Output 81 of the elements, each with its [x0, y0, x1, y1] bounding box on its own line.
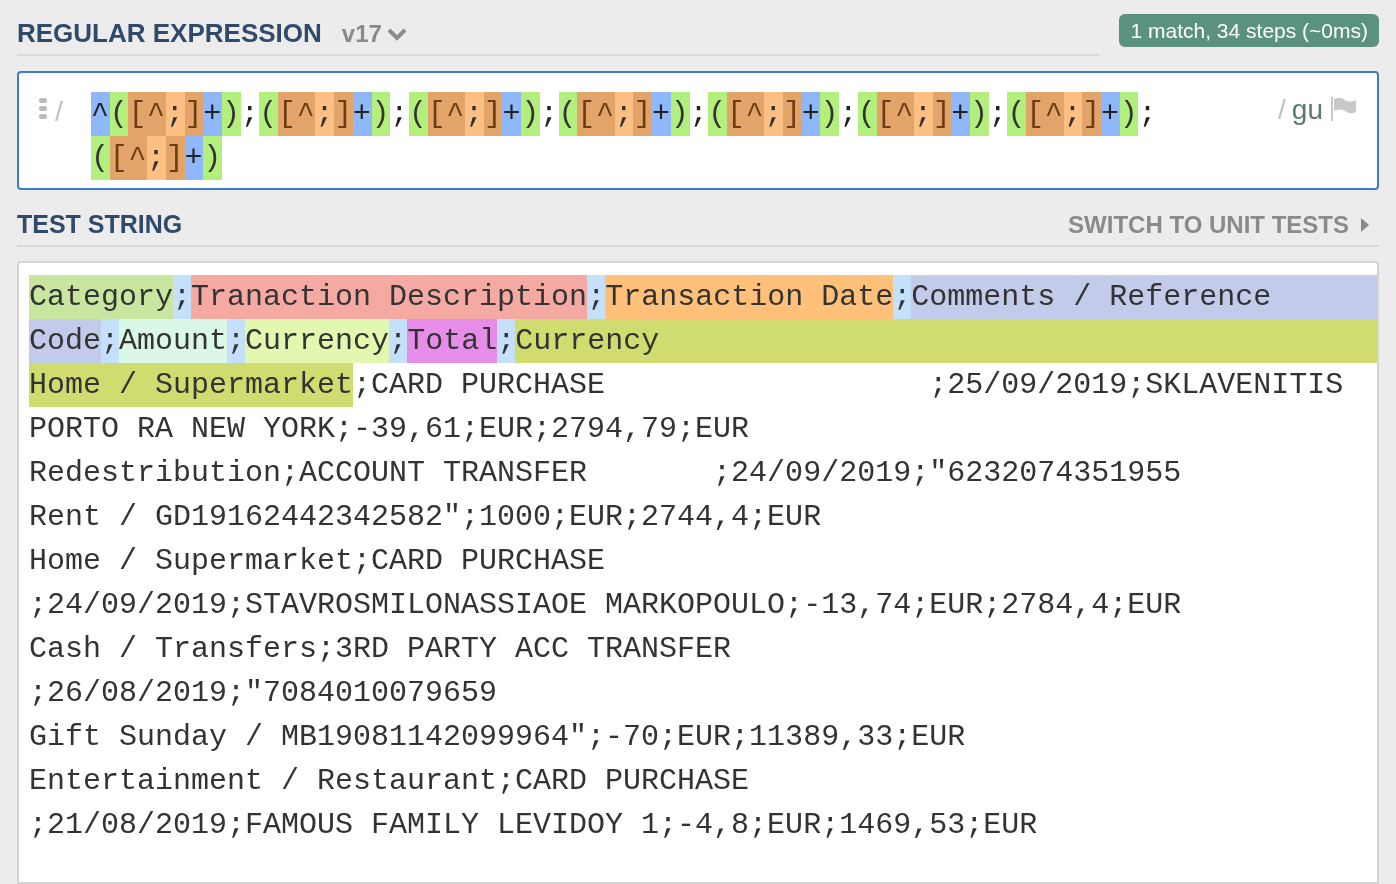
test-text: Rent / GD19162442342582";1000;EUR;2744,4;EUR: [29, 499, 822, 536]
test-text: Cash / Transfers;3RD PARTY ACC TRANSFER: [29, 631, 732, 668]
match-highlight: Transaction Date: [605, 275, 894, 319]
regex-token: [^: [128, 92, 166, 136]
regex-token: (: [408, 92, 428, 136]
test-text: ;26/08/2019;"7084010079659: [29, 675, 498, 712]
regex-token: ): [521, 92, 540, 136]
regex-token: ^: [91, 92, 110, 136]
match-highlight: ;: [173, 275, 192, 319]
match-highlight: ;: [389, 319, 408, 363]
regex-token: ]: [334, 92, 353, 136]
regex-field[interactable]: / ^([^;]+);([^;]+);([^;]+);([^;]+);([^;]+);([^;]+);([^;]+); ([^;]+) / gu: [17, 71, 1379, 190]
drag-handle-icon[interactable]: [39, 98, 47, 120]
regex-token: ;: [315, 92, 335, 136]
caret-right-icon: [1361, 217, 1369, 232]
match-highlight: Currency: [515, 319, 1377, 363]
regex-token: ]: [633, 92, 653, 136]
match-highlight: Total: [407, 319, 498, 363]
regex-token: [^: [876, 92, 914, 136]
regex-token: ;: [689, 96, 709, 133]
flag-icon[interactable]: [1329, 96, 1357, 122]
regex-token: ;: [1138, 96, 1158, 133]
regex-token: [^: [109, 136, 148, 180]
close-delimiter: /: [1278, 96, 1286, 124]
regex-token: (: [1007, 92, 1027, 136]
regex-token: [^: [577, 92, 615, 136]
section-title: REGULAR EXPRESSION: [17, 20, 322, 46]
test-text: ;24/09/2019;STAVROSMILONASSIAOE MARKOPOULO;-13,74;EUR;2784,4;EUR: [29, 587, 1182, 624]
regex-token: ;: [465, 92, 484, 136]
test-text: Entertainment / Restaurant;CARD PURCHASE: [29, 763, 750, 800]
match-highlight: Comments / Reference: [911, 275, 1377, 319]
test-text: ;CARD PURCHASE ;25/09/2019;SKLAVENITIS: [353, 367, 1344, 404]
test-text: Home / Supermarket;CARD PURCHASE: [29, 543, 606, 580]
match-info-badge: 1 match, 34 steps (~0ms): [1119, 14, 1379, 47]
regex-token: ): [203, 136, 222, 180]
regex-token: ]: [1082, 92, 1101, 136]
chevron-down-icon: [385, 27, 408, 41]
regex-token: +: [652, 92, 671, 136]
regex-token: [^: [278, 92, 316, 136]
regex-token: ]: [783, 92, 802, 136]
regex-token: [^: [726, 92, 765, 136]
regex-token: ;: [839, 96, 858, 133]
match-highlight: ;: [101, 319, 120, 363]
test-text: Redestribution;ACCOUNT TRANSFER ;24/09/2019;"6232074351955: [29, 455, 1182, 492]
regex-token: (: [91, 136, 110, 180]
regex-token: (: [857, 92, 877, 136]
match-highlight: ;: [893, 275, 912, 319]
match-highlight: Tranaction Description: [191, 275, 588, 319]
test-text: Gift Sunday / MB19081142099964";-70;EUR;11389,33;EUR: [29, 719, 966, 756]
regex-token: ;: [147, 136, 166, 180]
test-text: PORTO RA NEW YORK;-39,61;EUR;2794,79;EUR: [29, 411, 750, 448]
regex-token: (: [708, 92, 727, 136]
section-title: TEST STRING: [17, 212, 183, 237]
switch-to-unit-tests-link[interactable]: SWITCH TO UNIT TESTS: [1068, 212, 1379, 237]
regex-token: ;: [390, 96, 409, 133]
test-string-field[interactable]: [17, 261, 1379, 884]
regex-token: +: [951, 92, 971, 136]
open-delimiter: /: [55, 98, 63, 126]
regex-token: +: [502, 92, 522, 136]
regex-token: ;: [240, 96, 260, 133]
regex-token: ): [820, 92, 840, 136]
regex-token: (: [259, 92, 279, 136]
regex-token: +: [203, 92, 222, 136]
regex-token: (: [558, 92, 578, 136]
flags-button[interactable]: gu: [1291, 96, 1323, 124]
match-highlight: Category: [29, 275, 174, 319]
match-highlight: Code: [29, 319, 101, 363]
regex-token: ;: [539, 96, 559, 133]
match-highlight: Home / Supermarket: [29, 363, 354, 407]
test-text: ;21/08/2019;FAMOUS FAMILY LEVIDOY 1;-4,8;EUR;1469,53;EUR: [29, 807, 1038, 844]
regex-token: [^: [427, 92, 466, 136]
version-dropdown[interactable]: v17: [341, 22, 408, 46]
match-highlight: Amount: [119, 319, 228, 363]
regex-token: [^: [1026, 92, 1064, 136]
regex-token: ;: [988, 96, 1008, 133]
match-highlight: ;: [497, 319, 516, 363]
regex-token: ;: [764, 92, 783, 136]
match-highlight: ;: [227, 319, 246, 363]
match-highlight: Currency: [245, 319, 390, 363]
match-highlight: ;: [587, 275, 606, 319]
regex-token: ): [970, 92, 989, 136]
